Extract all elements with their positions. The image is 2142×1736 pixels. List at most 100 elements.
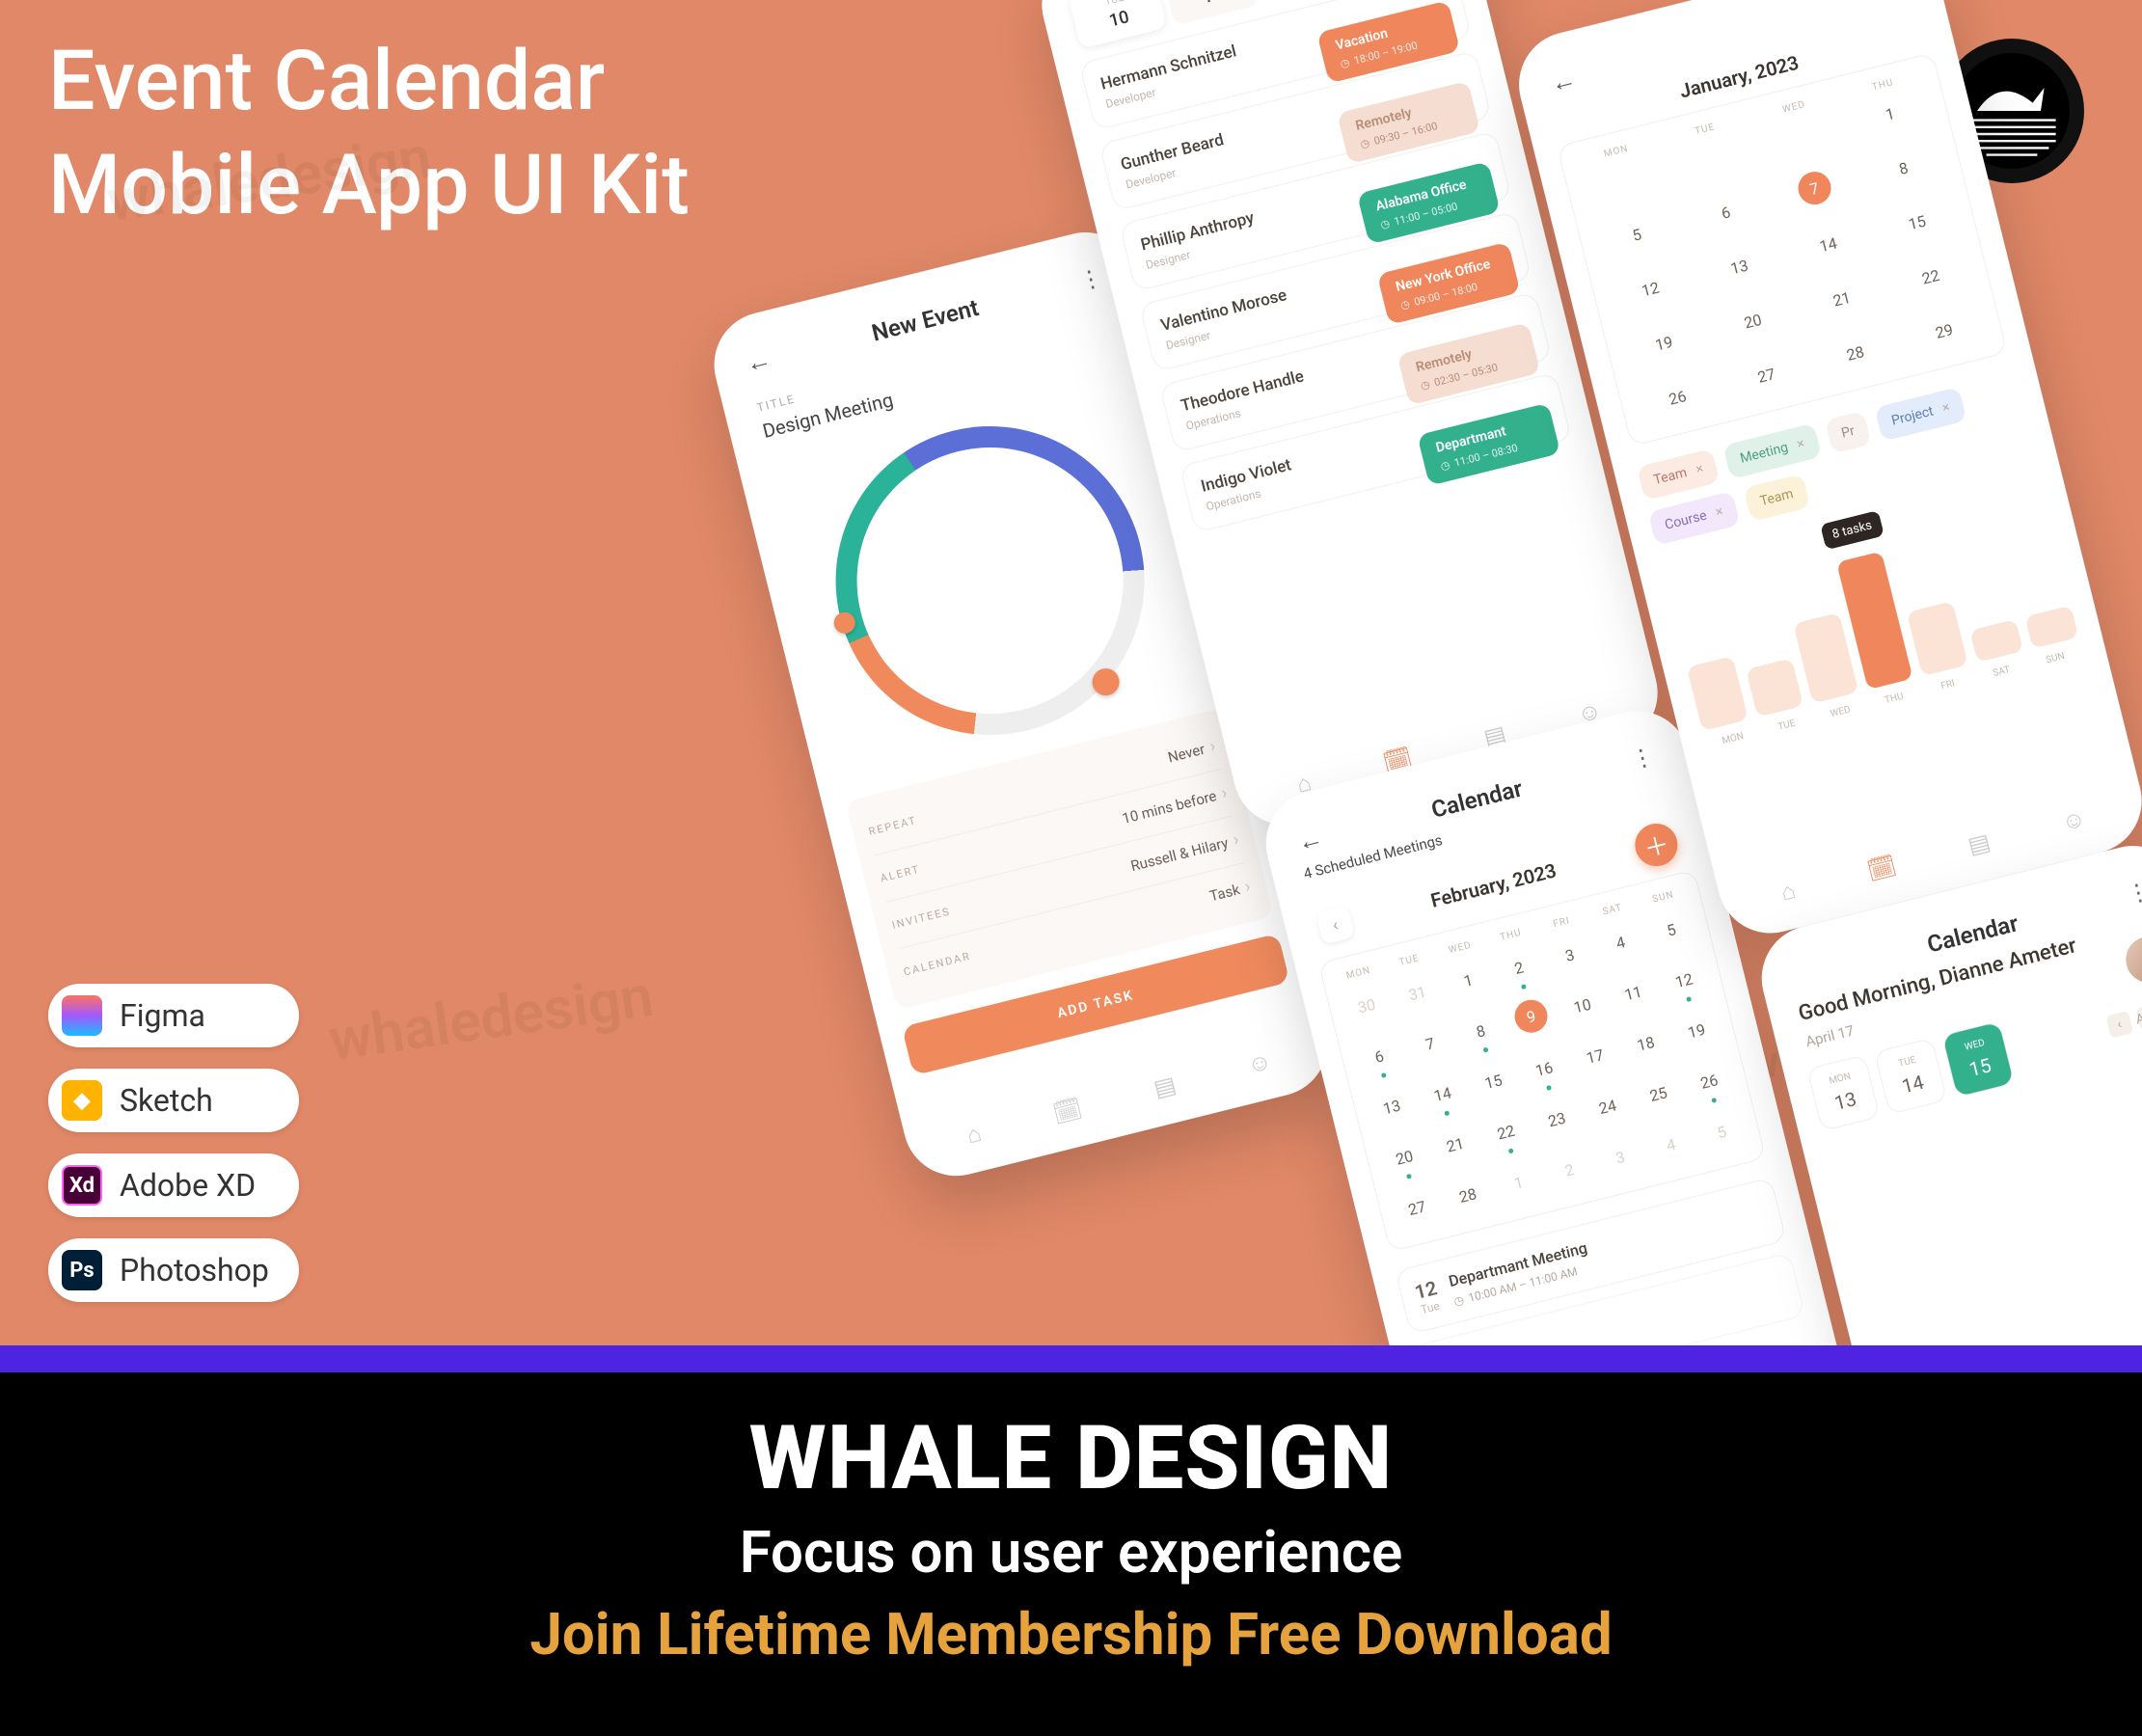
calendar-day[interactable]: 30 bbox=[1337, 982, 1396, 1030]
footer-brand: WHALE DESIGN bbox=[0, 1407, 2142, 1510]
calendar-day[interactable]: 28 bbox=[1438, 1171, 1498, 1219]
pill-label: Figma bbox=[120, 997, 205, 1034]
calendar-day[interactable]: 8 bbox=[1451, 1007, 1510, 1055]
nav-profile-icon[interactable]: ☺ bbox=[2059, 804, 2089, 837]
calendar-day[interactable]: 3 bbox=[1540, 931, 1600, 979]
pill-label: Photoshop bbox=[120, 1252, 269, 1288]
calendar-day[interactable]: 24 bbox=[1578, 1082, 1638, 1130]
dial-till: till. 18.00 bbox=[968, 588, 1021, 614]
nav-list-icon[interactable]: ▤ bbox=[1151, 1071, 1179, 1103]
calendar-day[interactable]: 23 bbox=[1527, 1095, 1586, 1143]
calendar-day[interactable]: 21 bbox=[1425, 1121, 1485, 1169]
calendar-day[interactable]: 7 bbox=[1794, 169, 1833, 208]
calendar-day[interactable]: 17 bbox=[1565, 1032, 1625, 1080]
calendar-day[interactable]: 26 bbox=[1679, 1057, 1739, 1105]
nav-profile-icon[interactable]: ☺ bbox=[1245, 1047, 1275, 1080]
chip-meeting[interactable]: Meeting× bbox=[1723, 423, 1822, 479]
calendar-day[interactable]: 26 bbox=[1629, 368, 1726, 426]
calendar-day[interactable]: 19 bbox=[1667, 1007, 1726, 1055]
close-icon[interactable]: × bbox=[1796, 436, 1806, 452]
calendar-day[interactable]: 13 bbox=[1362, 1082, 1422, 1130]
calendar-day[interactable]: 20 bbox=[1374, 1133, 1434, 1181]
calendar-day[interactable]: 2 bbox=[1489, 943, 1549, 991]
chevron-left-icon[interactable]: ‹ bbox=[2105, 1010, 2133, 1038]
divider-strip bbox=[0, 1345, 2142, 1372]
calendar-day[interactable]: 29 bbox=[1895, 302, 1993, 360]
week-cell-current[interactable]: WED15 bbox=[1941, 1020, 2015, 1098]
chip-pr[interactable]: Pr bbox=[1825, 411, 1872, 454]
figma-icon bbox=[62, 995, 102, 1036]
bar[interactable] bbox=[1746, 658, 1803, 717]
calendar-day[interactable]: 8 bbox=[1855, 139, 1952, 197]
bar[interactable] bbox=[2025, 606, 2079, 649]
calendar-day[interactable]: 27 bbox=[1718, 346, 1815, 404]
prev-month-button[interactable]: ‹ bbox=[1315, 905, 1355, 944]
back-icon[interactable]: ← bbox=[1548, 64, 1580, 98]
chip-team[interactable]: Team× bbox=[1637, 448, 1721, 501]
calendar-day[interactable]: 2 bbox=[1539, 1146, 1599, 1194]
bar[interactable] bbox=[1687, 656, 1749, 731]
calendar-day[interactable]: 11 bbox=[1603, 968, 1663, 1017]
bar[interactable] bbox=[1970, 619, 2024, 663]
calendar-day[interactable]: 6 bbox=[1677, 183, 1775, 241]
calendar-day[interactable]: 15 bbox=[1868, 194, 1966, 252]
close-icon[interactable]: × bbox=[1714, 503, 1724, 520]
nav-home-icon[interactable]: ⌂ bbox=[1778, 877, 1799, 908]
calendar-day[interactable]: 7 bbox=[1400, 1019, 1460, 1068]
dial-handle-icon[interactable] bbox=[831, 610, 857, 636]
title-line-1: Event Calendar bbox=[48, 32, 605, 129]
hero-banner: Event Calendar Mobile App UI Kit whalede… bbox=[0, 0, 2142, 1345]
calendar-day[interactable]: 6 bbox=[1349, 1032, 1409, 1080]
calendar-day[interactable]: 20 bbox=[1704, 292, 1802, 350]
calendar-day[interactable]: 14 bbox=[1779, 215, 1877, 273]
footer-cta[interactable]: Join Lifetime Membership Free Download bbox=[0, 1600, 2142, 1668]
calendar-day[interactable]: 13 bbox=[1691, 237, 1788, 295]
day-tab[interactable]: TUE10 bbox=[1068, 0, 1167, 49]
nav-list-icon[interactable]: ▤ bbox=[1966, 828, 1993, 861]
nav-calendar-icon[interactable]: 🗓 bbox=[1050, 1095, 1086, 1129]
calendar-day[interactable]: 22 bbox=[1882, 248, 1979, 306]
calendar-day[interactable]: 14 bbox=[1413, 1070, 1473, 1118]
add-event-fab[interactable]: ＋ bbox=[1631, 819, 1682, 870]
nav-home-icon[interactable]: ⌂ bbox=[964, 1120, 985, 1151]
chip-team2[interactable]: Team bbox=[1743, 474, 1810, 522]
calendar-day[interactable]: 15 bbox=[1463, 1057, 1523, 1105]
calendar-day[interactable]: 1 bbox=[1489, 1158, 1549, 1207]
calendar-day[interactable]: 21 bbox=[1793, 270, 1890, 328]
calendar-day[interactable]: 3 bbox=[1590, 1133, 1650, 1181]
calendar-day[interactable]: 25 bbox=[1629, 1070, 1689, 1118]
nav-calendar-icon[interactable]: 🗓 bbox=[1864, 852, 1900, 886]
calendar-day[interactable]: 4 bbox=[1590, 918, 1650, 966]
calendar-day[interactable]: 22 bbox=[1477, 1108, 1536, 1156]
time-dial[interactable]: 16:00 till. 18.00 bbox=[803, 393, 1178, 768]
bar[interactable] bbox=[1793, 612, 1858, 703]
calendar-day[interactable]: 31 bbox=[1388, 969, 1448, 1017]
dial-handle-icon[interactable] bbox=[1090, 665, 1123, 698]
chip-course[interactable]: Course× bbox=[1648, 491, 1741, 546]
more-icon[interactable]: ⋮ bbox=[1628, 741, 1659, 773]
week-cell[interactable]: TUE14 bbox=[1874, 1038, 1947, 1115]
calendar-day[interactable]: 9 bbox=[1511, 996, 1551, 1036]
more-icon[interactable]: ⋮ bbox=[1076, 262, 1107, 294]
pill-label: Sketch bbox=[120, 1082, 213, 1119]
calendar-day[interactable]: 5 bbox=[1587, 205, 1685, 263]
calendar-day[interactable]: 16 bbox=[1514, 1044, 1574, 1093]
calendar-day[interactable]: 5 bbox=[1692, 1107, 1751, 1155]
calendar-day[interactable]: 1 bbox=[1438, 956, 1498, 1004]
calendar-day[interactable]: 12 bbox=[1654, 956, 1714, 1004]
week-cell[interactable]: MON13 bbox=[1806, 1054, 1880, 1131]
calendar-day[interactable]: 10 bbox=[1553, 982, 1613, 1030]
calendar-day[interactable]: 27 bbox=[1387, 1183, 1447, 1232]
close-icon[interactable]: × bbox=[1940, 399, 1951, 416]
chip-project[interactable]: Project× bbox=[1875, 387, 1967, 442]
bar[interactable] bbox=[1907, 601, 1968, 676]
bar-tooltip: 8 tasks bbox=[1820, 510, 1884, 550]
calendar-day[interactable]: 12 bbox=[1602, 259, 1699, 317]
close-icon[interactable]: × bbox=[1695, 461, 1705, 477]
pill-adobe-xd: Xd Adobe XD bbox=[48, 1153, 299, 1217]
calendar-day[interactable]: 28 bbox=[1806, 324, 1904, 382]
calendar-day[interactable]: 5 bbox=[1641, 906, 1701, 954]
calendar-day[interactable]: 4 bbox=[1641, 1121, 1701, 1169]
calendar-day[interactable]: 19 bbox=[1615, 314, 1713, 372]
calendar-day[interactable]: 18 bbox=[1615, 1019, 1675, 1068]
